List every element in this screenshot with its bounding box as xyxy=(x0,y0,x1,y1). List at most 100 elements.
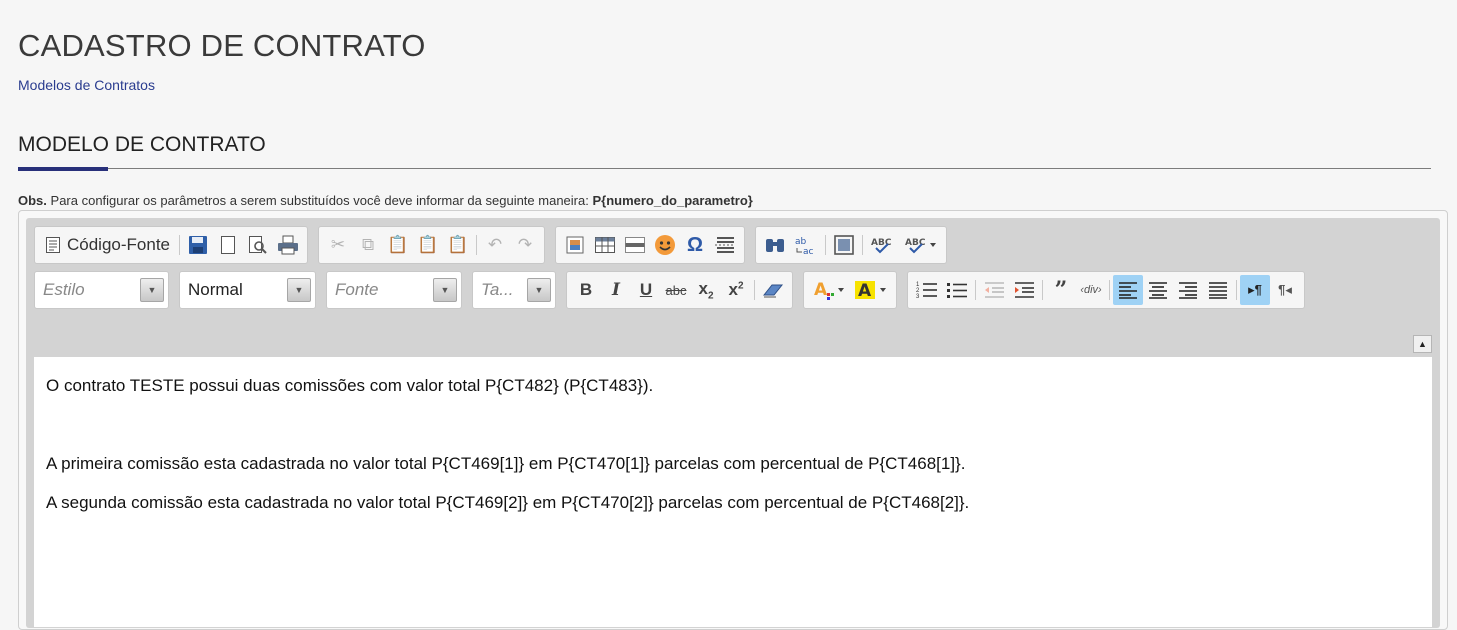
section-divider xyxy=(18,168,1431,169)
special-char-button[interactable]: Ω xyxy=(680,230,710,260)
align-center-icon xyxy=(1149,282,1167,299)
redo-icon: ↷ xyxy=(517,235,533,254)
page-title: CADASTRO DE CONTRATO xyxy=(18,28,426,63)
toolbar-group-document: Código-Fonte xyxy=(34,226,309,264)
align-right-button[interactable] xyxy=(1173,275,1203,305)
maximize-icon xyxy=(834,235,854,255)
image-icon xyxy=(566,236,584,254)
background-color-button[interactable]: A xyxy=(850,275,892,305)
obs-label: Obs. xyxy=(18,193,47,208)
quote-icon: ” xyxy=(1054,277,1068,303)
source-code-label: Código-Fonte xyxy=(67,235,171,254)
undo-button[interactable]: ↶ xyxy=(480,230,510,260)
text-direction-rtl-button[interactable]: ¶◂ xyxy=(1270,275,1300,305)
div-icon: ‹div› xyxy=(1080,284,1102,296)
scroll-up-arrow-icon[interactable]: ▲ xyxy=(1413,335,1432,353)
maximize-button[interactable] xyxy=(829,230,859,260)
content-paragraph[interactable]: A primeira comissão esta cadastrada no v… xyxy=(46,454,965,474)
format-combo-label: Normal xyxy=(188,280,243,299)
toolbar-separator xyxy=(975,280,976,300)
superscript-button[interactable]: x2 xyxy=(721,275,751,305)
smiley-icon xyxy=(655,235,676,255)
toolbar-group-colors: A A xyxy=(803,271,897,309)
bulleted-list-button[interactable] xyxy=(942,275,972,305)
svg-text:ABC: ABC xyxy=(905,238,926,248)
increase-indent-button[interactable] xyxy=(1009,275,1039,305)
section-divider-accent xyxy=(18,167,108,171)
image-button[interactable] xyxy=(560,230,590,260)
content-paragraph[interactable]: A segunda comissão esta cadastrada no va… xyxy=(46,493,969,513)
superscript-icon: x2 xyxy=(728,280,744,299)
text-color-button[interactable]: A xyxy=(808,275,850,305)
replace-button[interactable]: ab ac xyxy=(790,230,822,260)
breadcrumb-link-modelos[interactable]: Modelos de Contratos xyxy=(18,77,155,93)
underline-button[interactable]: U xyxy=(631,275,661,305)
font-combo[interactable]: Fonte ▼ xyxy=(326,271,462,309)
obs-format: P{numero_do_parametro} xyxy=(592,193,753,208)
save-button[interactable] xyxy=(183,230,213,260)
subscript-icon: x2 xyxy=(698,278,714,302)
toolbar-separator xyxy=(754,280,755,300)
copy-button[interactable]: ⧉ xyxy=(353,230,383,260)
toolbar-row-2: Estilo ▼ Normal ▼ Fonte ▼ Ta... ▼ B I U … xyxy=(34,271,1305,309)
strikethrough-button[interactable]: abc xyxy=(661,275,691,305)
undo-icon: ↶ xyxy=(487,235,503,254)
italic-button[interactable]: I xyxy=(601,275,631,305)
svg-text:3: 3 xyxy=(916,294,920,300)
content-paragraph[interactable]: O contrato TESTE possui duas comissões c… xyxy=(46,376,653,396)
create-div-button[interactable]: ‹div› xyxy=(1076,275,1106,305)
background-color-icon: A xyxy=(855,281,886,301)
svg-text:A: A xyxy=(858,281,872,301)
align-left-button[interactable] xyxy=(1113,275,1143,305)
spellcheck-as-you-type-button[interactable]: ABC xyxy=(900,230,942,260)
text-direction-ltr-button[interactable]: ▸¶ xyxy=(1240,275,1270,305)
toolbar-separator xyxy=(179,235,181,255)
format-combo[interactable]: Normal ▼ xyxy=(179,271,316,309)
horizontal-rule-button[interactable] xyxy=(620,230,650,260)
chevron-down-icon: ▼ xyxy=(433,278,457,302)
align-center-button[interactable] xyxy=(1143,275,1173,305)
blockquote-button[interactable]: ” xyxy=(1046,275,1076,305)
style-combo[interactable]: Estilo ▼ xyxy=(34,271,169,309)
numbered-list-button[interactable]: 123 xyxy=(912,275,942,305)
font-size-combo[interactable]: Ta... ▼ xyxy=(472,271,556,309)
paste-word-button[interactable]: 📋 xyxy=(443,230,473,260)
remove-format-button[interactable] xyxy=(758,275,788,305)
cut-button[interactable]: ✂ xyxy=(323,230,353,260)
editor-content-area[interactable] xyxy=(34,357,1432,627)
eraser-icon xyxy=(762,284,784,298)
paste-button[interactable]: 📋 xyxy=(383,230,413,260)
ltr-icon: ▸¶ xyxy=(1248,282,1262,297)
page-break-button[interactable] xyxy=(710,230,740,260)
redo-button[interactable]: ↷ xyxy=(510,230,540,260)
printer-icon xyxy=(278,235,299,255)
find-button[interactable] xyxy=(760,230,790,260)
preview-button[interactable] xyxy=(243,230,273,260)
strikethrough-icon: abc xyxy=(665,282,687,298)
svg-text:A: A xyxy=(814,280,828,300)
print-button[interactable] xyxy=(273,230,303,260)
font-size-combo-label: Ta... xyxy=(481,280,514,299)
new-page-button[interactable] xyxy=(213,230,243,260)
toolbar-row-1: Código-Fonte ✂ ⧉ 📋 📋 📋 ↶ ↷ Ω ab ac ABC A… xyxy=(34,226,948,264)
rtl-icon: ¶◂ xyxy=(1278,282,1292,297)
toolbar-separator xyxy=(1236,280,1237,300)
spellcheck-icon: ABC xyxy=(871,238,892,254)
smiley-button[interactable] xyxy=(650,230,680,260)
source-code-button[interactable]: Código-Fonte xyxy=(39,230,176,260)
toolbar-group-tools: ab ac ABC ABC xyxy=(755,226,948,264)
toolbar-group-clipboard: ✂ ⧉ 📋 📋 📋 ↶ ↷ xyxy=(318,226,546,264)
svg-text:ac: ac xyxy=(803,247,814,256)
horizontal-rule-icon xyxy=(625,237,646,253)
italic-icon: I xyxy=(612,280,620,300)
toolbar-group-basic-styles: B I U abc x2 x2 xyxy=(566,271,793,309)
spellcheck-button[interactable]: ABC xyxy=(866,230,900,260)
table-button[interactable] xyxy=(590,230,620,260)
justify-button[interactable] xyxy=(1203,275,1233,305)
subscript-button[interactable]: x2 xyxy=(691,275,721,305)
toolbar-separator xyxy=(1109,280,1110,300)
new-page-icon xyxy=(221,236,236,254)
bold-button[interactable]: B xyxy=(571,275,601,305)
paste-text-button[interactable]: 📋 xyxy=(413,230,443,260)
decrease-indent-button[interactable] xyxy=(979,275,1009,305)
